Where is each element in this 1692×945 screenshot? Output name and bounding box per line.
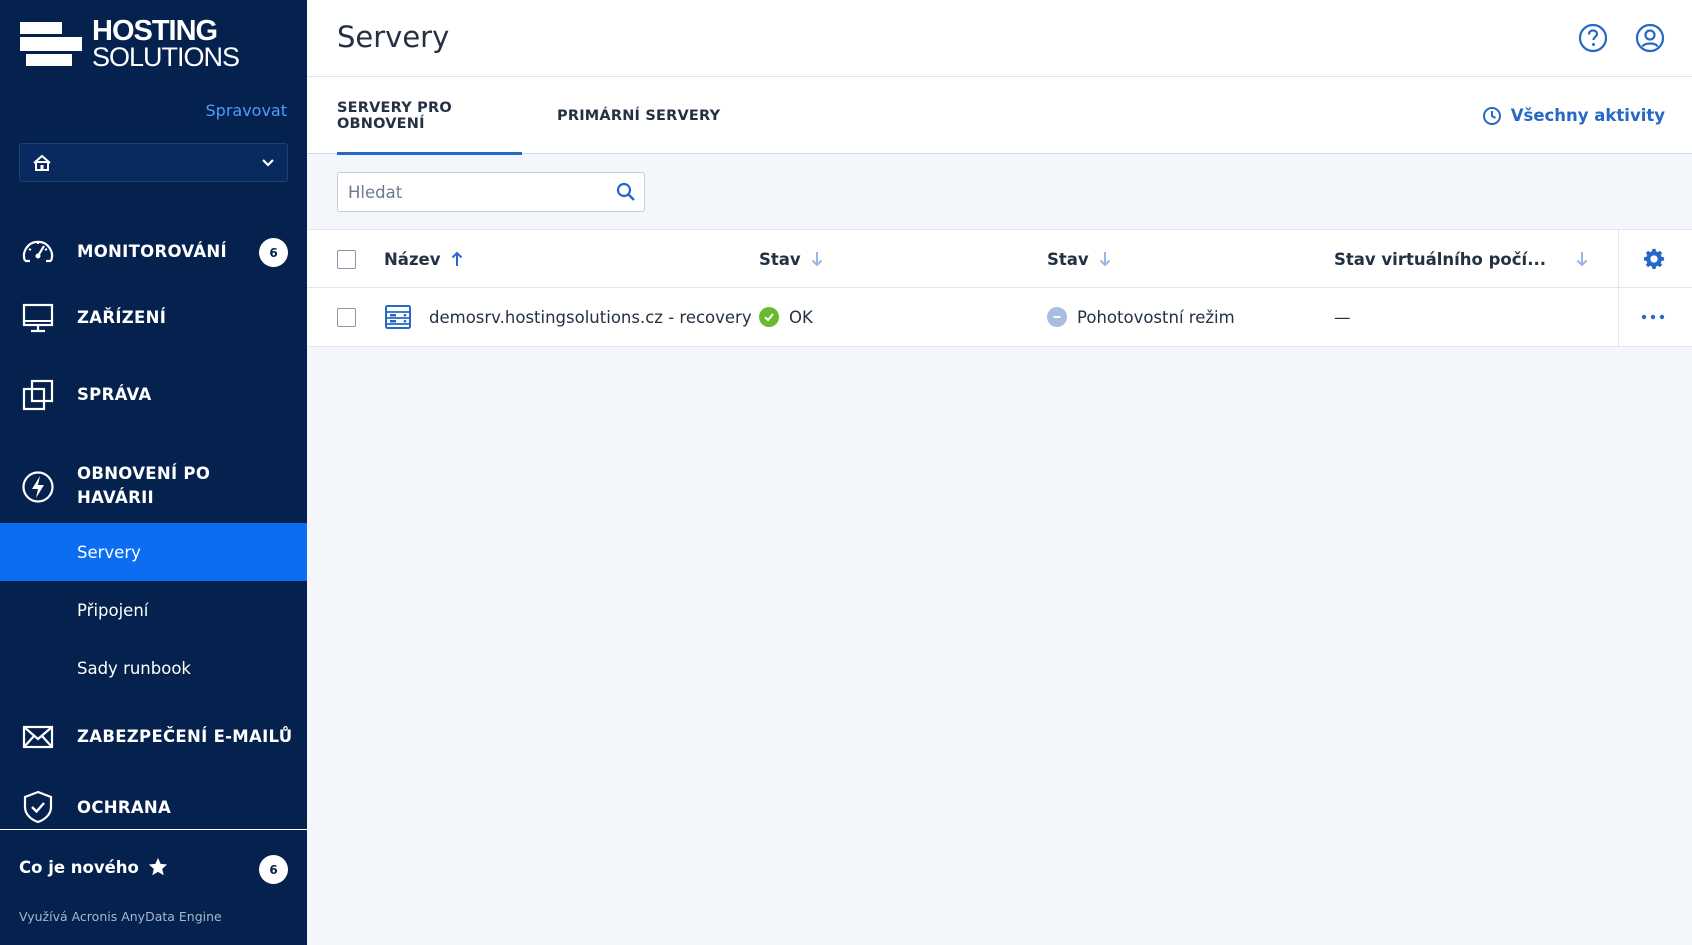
monitor-icon (20, 300, 56, 336)
column-settings-cell (1643, 230, 1665, 288)
home-icon (33, 154, 51, 171)
server-vm-state: — (1334, 307, 1351, 327)
lightning-icon (20, 469, 56, 505)
ok-status-icon (759, 307, 779, 327)
search-icon[interactable] (616, 182, 636, 202)
speedometer-icon (20, 234, 56, 270)
logo-mark-icon (20, 22, 82, 66)
more-icon[interactable] (1641, 313, 1665, 321)
tenant-selector[interactable] (19, 143, 288, 182)
monitoring-badge: 6 (259, 238, 288, 267)
row-checkbox[interactable] (337, 307, 356, 327)
server-status: OK (789, 307, 813, 327)
sidebar-item-runbooks[interactable]: Sady runbook (0, 639, 307, 697)
chevron-down-icon (262, 158, 274, 167)
sidebar-item-servers[interactable]: Servery (0, 523, 307, 581)
search-box (337, 172, 645, 212)
gear-icon[interactable] (1643, 248, 1665, 270)
shield-check-icon (20, 789, 56, 825)
nav-disaster-recovery-label: OBNOVENÍ PO HAVÁRII (77, 462, 210, 510)
nav-management-label: SPRÁVA (77, 385, 152, 404)
help-icon[interactable] (1577, 22, 1609, 54)
whats-new-badge: 6 (259, 855, 288, 884)
search-input[interactable] (338, 173, 608, 211)
page-title: Servery (337, 20, 450, 54)
brand-logo[interactable]: HOSTING SOLUTIONS (20, 17, 240, 72)
all-activities-link[interactable]: Všechny aktivity (1482, 77, 1665, 154)
nav-dr-line2: HAVÁRII (77, 488, 154, 507)
select-all-checkbox[interactable] (337, 249, 356, 269)
column-state-label: Stav (1047, 249, 1089, 269)
manage-link[interactable]: Spravovat (206, 101, 288, 120)
nav-disaster-recovery[interactable]: OBNOVENÍ PO HAVÁRII (0, 452, 307, 522)
tab-primary-servers[interactable]: PRIMÁRNÍ SERVERY (557, 77, 720, 154)
clock-icon (1482, 106, 1501, 125)
column-status[interactable]: Stav (759, 230, 823, 288)
server-state: Pohotovostní režim (1077, 307, 1235, 327)
envelope-icon (20, 719, 56, 755)
nav-devices-label: ZAŘÍZENÍ (77, 308, 167, 327)
row-select-cell (337, 288, 356, 346)
copy-squares-icon (20, 377, 56, 413)
all-activities-label: Všechny aktivity (1510, 106, 1665, 125)
column-status-label: Stav (759, 249, 801, 269)
whats-new-link[interactable]: Co je nového (19, 856, 169, 878)
nav-email-security[interactable]: ZABEZPEČENÍ E-MAILŮ (0, 708, 307, 766)
column-state[interactable]: Stav (1047, 230, 1111, 288)
server-name[interactable]: demosrv.hostingsolutions.cz - recovery (429, 308, 752, 327)
nav-dr-line1: OBNOVENÍ PO (77, 464, 211, 483)
star-icon (148, 857, 168, 876)
sort-desc-icon (811, 252, 822, 267)
top-bar: Servery (307, 0, 1692, 77)
row-actions-cell (1641, 288, 1665, 346)
row-status-cell: OK (759, 288, 813, 346)
row-state-cell: Pohotovostní režim (1047, 288, 1235, 346)
powered-by-text: Využívá Acronis AnyData Engine (19, 909, 222, 924)
table-row[interactable]: demosrv.hostingsolutions.cz - recovery O… (307, 288, 1692, 347)
tabs-bar: SERVERY PRO OBNOVENÍ PRIMÁRNÍ SERVERY Vš… (307, 77, 1692, 155)
standby-status-icon (1047, 307, 1067, 327)
nav-protection[interactable]: OCHRANA (0, 786, 307, 828)
column-vm-state-label: Stav virtuálního počí... (1334, 249, 1546, 269)
select-all-cell (337, 230, 356, 288)
logo-line1: HOSTING (92, 15, 218, 47)
logo-text: HOSTING SOLUTIONS (92, 15, 240, 72)
column-separator (1618, 229, 1619, 347)
nav-email-security-label: ZABEZPEČENÍ E-MAILŮ (77, 727, 293, 746)
logo-line2: SOLUTIONS (92, 42, 240, 72)
sort-asc-icon (451, 251, 462, 266)
sort-desc-icon (1099, 252, 1110, 267)
column-name-label: Název (384, 249, 441, 269)
whats-new-label: Co je nového (19, 857, 139, 877)
nav-devices[interactable]: ZAŘÍZENÍ (0, 289, 307, 347)
nav-monitoring[interactable]: MONITOROVÁNÍ 6 (0, 223, 307, 281)
column-name[interactable]: Název (384, 230, 463, 288)
sort-desc-icon (1576, 252, 1588, 267)
row-vm-state-cell: — (1334, 288, 1351, 346)
main-content: Servery SERVERY PRO OBNOVENÍ PRIMÁRNÍ SE… (307, 0, 1692, 945)
nav-management[interactable]: SPRÁVA (0, 366, 307, 424)
row-name-cell: demosrv.hostingsolutions.cz - recovery (384, 288, 752, 346)
server-icon (385, 305, 411, 329)
sidebar-item-connections[interactable]: Připojení (0, 581, 307, 639)
sidebar: HOSTING SOLUTIONS Spravovat MONITOROVÁNÍ… (0, 0, 307, 945)
column-vm-state[interactable]: Stav virtuálního počí... (1334, 230, 1588, 288)
account-icon[interactable] (1634, 22, 1666, 54)
sidebar-divider (0, 829, 307, 830)
table-header: Název Stav Stav Stav virtuálního počí... (307, 229, 1692, 288)
nav-monitoring-label: MONITOROVÁNÍ (77, 242, 227, 261)
tab-recovery-servers[interactable]: SERVERY PRO OBNOVENÍ (337, 77, 522, 155)
nav-protection-label: OCHRANA (77, 798, 172, 817)
